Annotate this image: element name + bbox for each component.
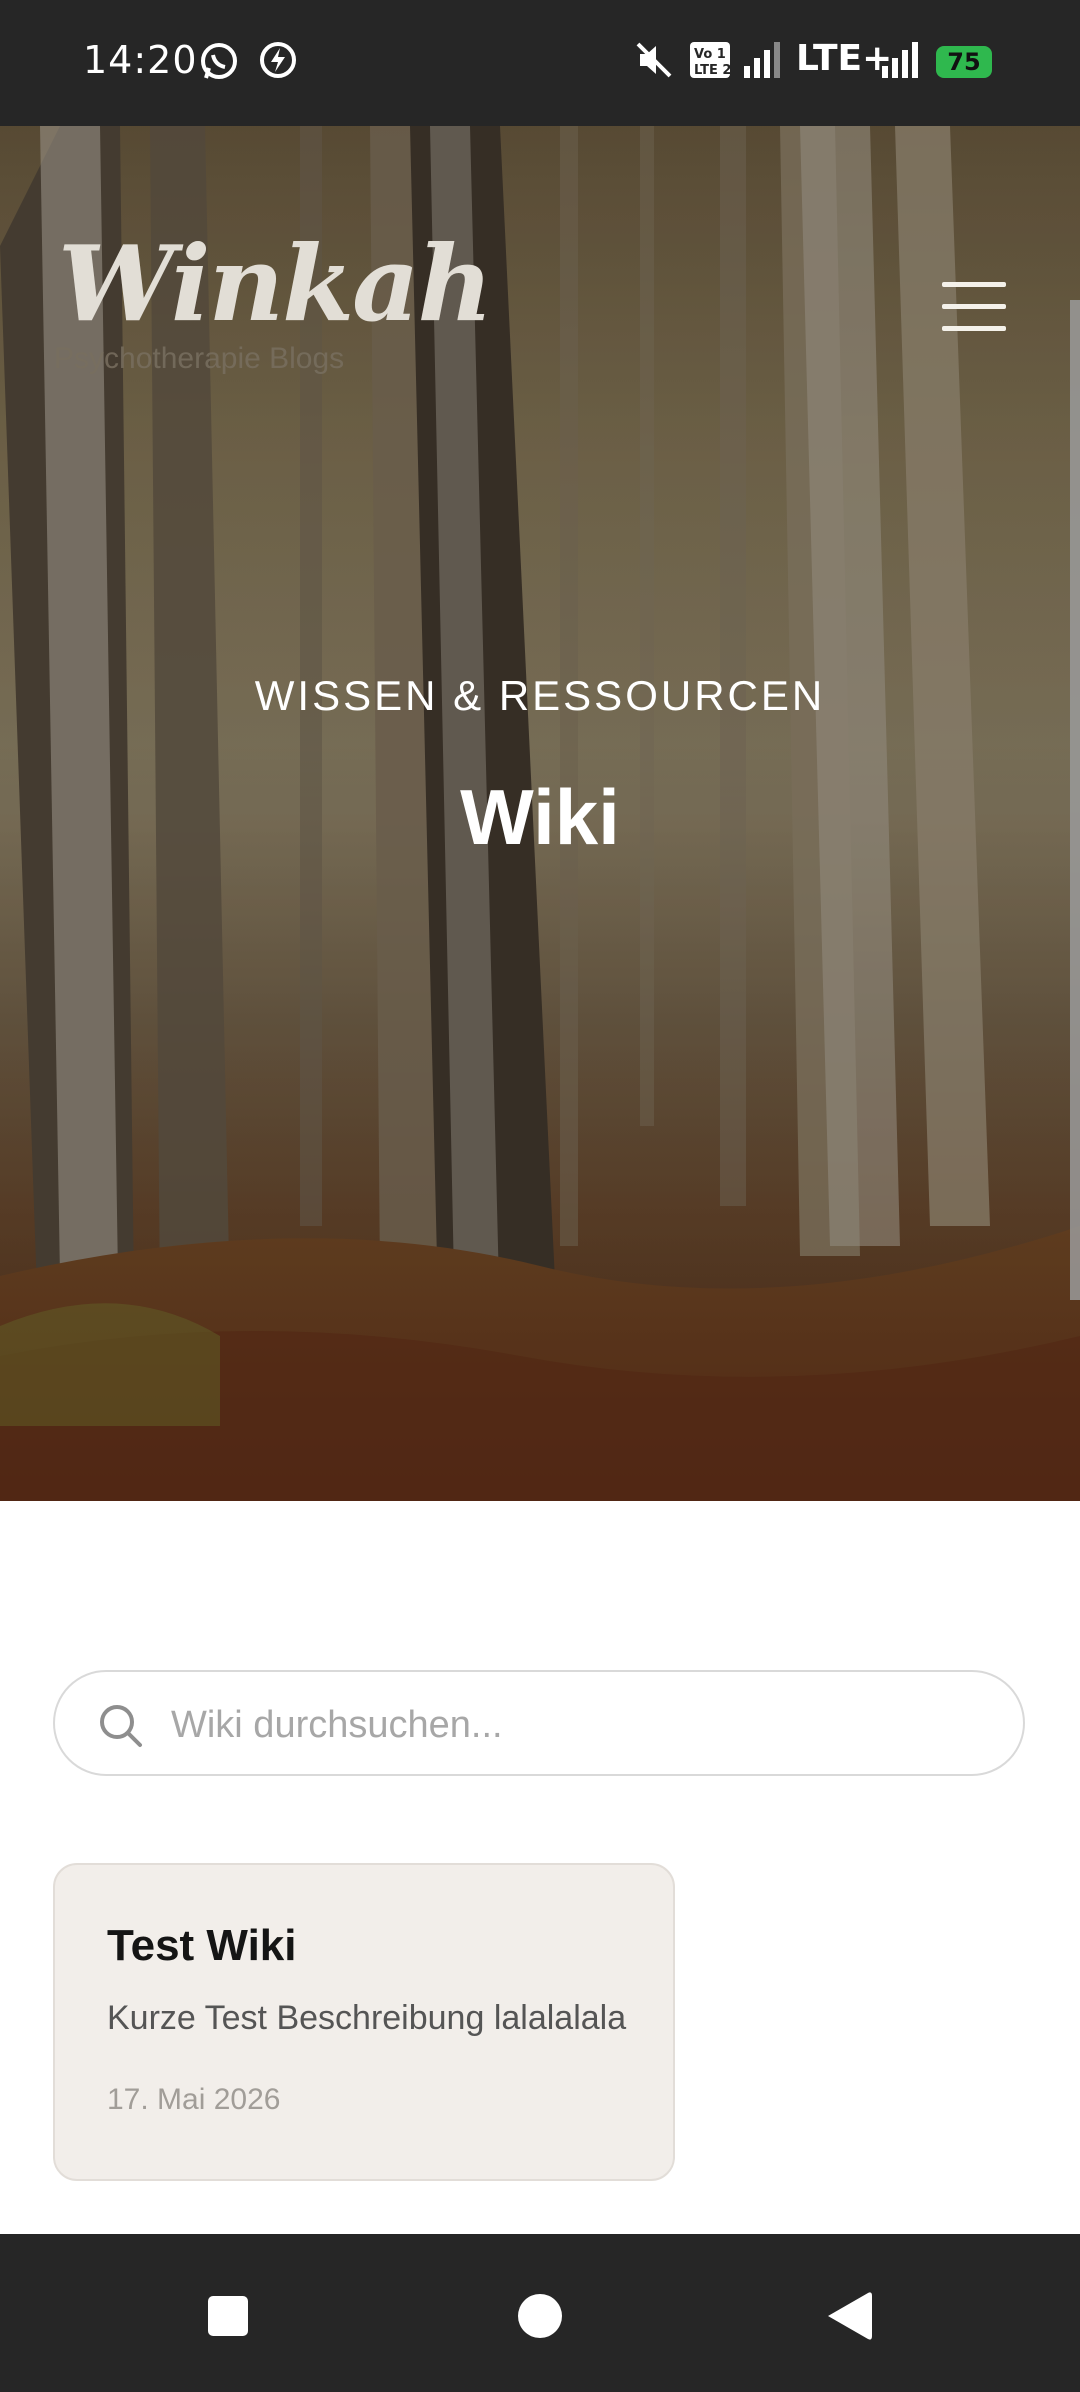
svg-text:LTE 2: LTE 2 [694,63,731,78]
back-triangle-icon[interactable] [810,2280,890,2352]
battery-indicator: 75 [936,46,992,78]
site-logo[interactable]: Winkah [58,222,493,345]
wiki-entry-card[interactable]: Test Wiki Kurze Test Beschreibung lalala… [53,1863,675,2181]
system-nav-bar [0,2234,1080,2392]
menu-line [942,326,1006,331]
menu-line [942,282,1006,287]
search-input[interactable] [169,1688,993,1762]
home-circle-icon[interactable] [500,2280,580,2352]
wiki-entry-title[interactable]: Test Wiki [107,1921,297,1971]
hero-section: Winkah Psychotherapie Blogs WISSEN & RES… [0,126,1080,1501]
page-title: Wiki [460,773,620,861]
status-bar: 14:20 Vo 1 LTE 2 LTE+ 75 [0,0,1080,126]
svg-text:Vo 1: Vo 1 [694,47,726,62]
volte-icon: Vo 1 LTE 2 [690,42,731,78]
menu-line [942,304,1006,309]
charging-bolt-icon [260,42,296,78]
signal-icon [744,42,780,78]
status-time: 14:20 [83,38,198,82]
signal-icon [882,42,918,78]
network-type: LTE+ [796,38,893,79]
search-icon [100,1705,142,1747]
wiki-search-field[interactable] [53,1670,1025,1776]
whatsapp-icon [201,43,237,79]
recents-square-icon[interactable] [188,2280,268,2352]
wiki-entry-date: 17. Mai 2026 [107,2083,281,2116]
site-logo-subtitle: Psychotherapie Blogs [54,342,345,375]
hamburger-menu-button[interactable] [942,282,1008,334]
mute-icon [636,42,672,78]
wiki-entry-description: Kurze Test Beschreibung lalalalala [107,1999,627,2037]
hero-eyebrow: WISSEN & RESSOURCEN [254,672,826,719]
